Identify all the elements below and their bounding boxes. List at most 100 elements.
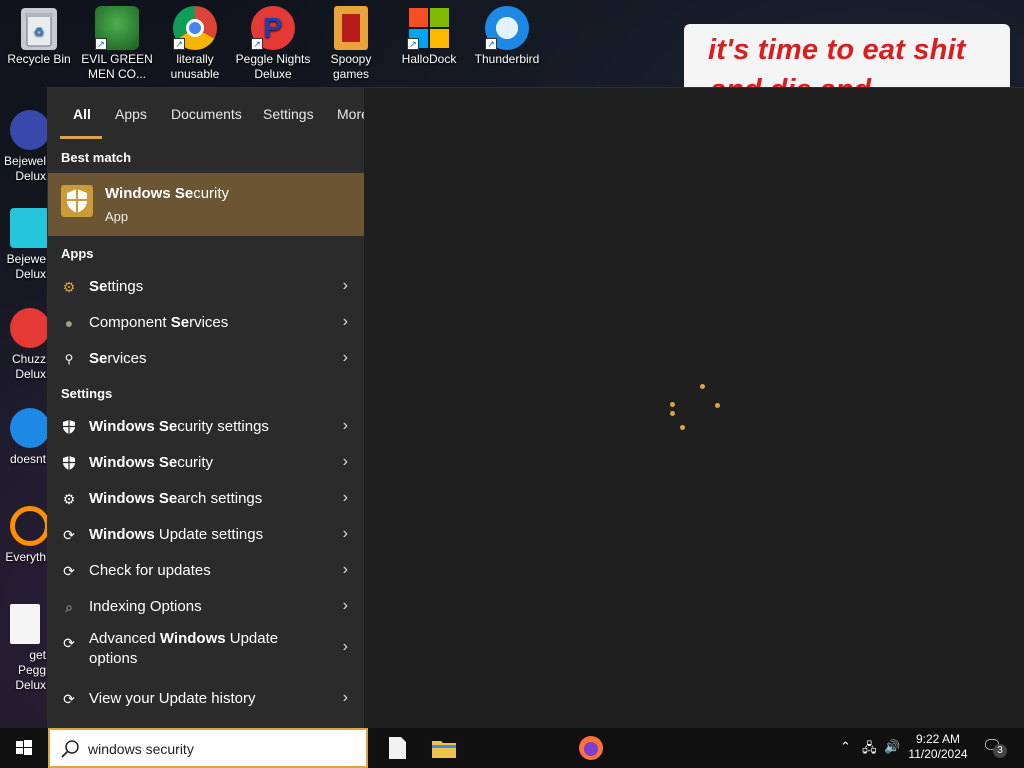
- chevron-right-icon[interactable]: ›: [343, 638, 348, 656]
- desktop-icon-everything[interactable]: Everyth: [0, 506, 50, 565]
- desktop-icon-label: Peggle Nights Deluxe: [235, 52, 311, 81]
- desktop-icon-label: Recycle Bin: [7, 52, 71, 66]
- desktop-icon-thunderbird[interactable]: ↗ Thunderbird: [469, 0, 545, 67]
- result-check-for-updates[interactable]: ⟳ Check for updates ›: [48, 553, 364, 589]
- desktop-icon-bejeweled-2[interactable]: Bejewe Delux: [0, 208, 50, 282]
- refresh-icon: ⟳: [63, 563, 75, 579]
- chrome-icon: ↗: [173, 6, 217, 50]
- chevron-right-icon[interactable]: ›: [343, 489, 348, 507]
- thunderbird-icon: ↗: [485, 6, 529, 50]
- start-button[interactable]: [0, 728, 48, 768]
- result-label: Services: [89, 350, 147, 367]
- desktop-icon-label: EVIL GREEN MEN CO...: [81, 52, 153, 81]
- shortcut-arrow-icon: ↗: [407, 38, 419, 50]
- spinner-dot: [670, 402, 675, 407]
- chevron-right-icon[interactable]: ›: [343, 277, 348, 295]
- desktop-icon-spoopy-games[interactable]: Spoopy games: [313, 0, 389, 82]
- chevron-right-icon[interactable]: ›: [343, 349, 348, 367]
- clock-time: 9:22 AM: [915, 732, 961, 746]
- notification-center-icon[interactable]: 🗨 3: [982, 736, 1007, 758]
- best-match-result[interactable]: Windows Security App: [48, 173, 364, 236]
- result-label: Component Services: [89, 314, 229, 331]
- search-panel: All Apps Documents Settings More Best ma…: [47, 87, 1024, 729]
- desktop-icon-literally-unusable[interactable]: ↗ literally unusable: [157, 0, 233, 82]
- search-input[interactable]: [88, 738, 358, 760]
- result-label: View your Update history: [89, 690, 256, 707]
- desktop-icon-evil-green-men[interactable]: ↗ EVIL GREEN MEN CO...: [79, 0, 155, 82]
- chevron-up-icon[interactable]: ⌃: [840, 739, 851, 755]
- desktop-icon-label: Bejewel Delux: [3, 154, 46, 183]
- best-match-title: Windows Security: [105, 185, 230, 202]
- desktop-icon-chuzzle[interactable]: Chuzz Delux: [0, 308, 50, 382]
- desktop-icon-hallodock[interactable]: ↗ HalloDock: [391, 0, 467, 67]
- banner-text: it's time to eat shit: [708, 34, 966, 66]
- thunderbird-icon: [10, 408, 50, 448]
- firefox-icon[interactable]: [577, 734, 605, 762]
- active-tab-indicator: [60, 136, 102, 139]
- result-advanced-windows-update-options[interactable]: ⟳ Advanced Windows Update options ›: [48, 625, 364, 671]
- file-explorer-icon[interactable]: [430, 734, 458, 762]
- chevron-right-icon[interactable]: ›: [343, 525, 348, 543]
- folder-icon: [334, 6, 368, 50]
- refresh-icon: ⟳: [63, 691, 75, 707]
- taskbar: ⌃ 🖧 🔊 9:22 AM 11/20/2024 🗨3: [0, 728, 1024, 768]
- result-services[interactable]: ⚲ Services ›: [48, 341, 364, 377]
- chevron-right-icon[interactable]: ›: [343, 689, 348, 707]
- windows-security-icon: [61, 185, 93, 217]
- chevron-right-icon[interactable]: ›: [343, 597, 348, 615]
- wallpaper-banner: it's time to eat shit and die and: [684, 24, 1010, 90]
- result-component-services[interactable]: ● Component Services ›: [48, 305, 364, 341]
- chevron-right-icon[interactable]: ›: [343, 313, 348, 331]
- file-icon[interactable]: [383, 734, 411, 762]
- clock[interactable]: 9:22 AM 11/20/2024: [908, 732, 968, 762]
- network-icon[interactable]: 🖧: [862, 739, 877, 761]
- shortcut-arrow-icon: ↗: [95, 38, 107, 50]
- result-windows-search-settings[interactable]: ⚙ Windows Search settings ›: [48, 481, 364, 517]
- result-label: Check for updates: [89, 562, 211, 579]
- result-indexing-options[interactable]: ⌕ Indexing Options ›: [48, 589, 364, 625]
- desktop-icon-recycle-bin[interactable]: ♻ Recycle Bin: [1, 0, 77, 67]
- settings-gear-icon: ⚙: [62, 279, 76, 295]
- result-label: Settings: [89, 278, 144, 295]
- gear-icon: ⚙: [62, 491, 76, 507]
- shortcut-arrow-icon: ↗: [485, 38, 497, 50]
- desktop-icon-get-peggle[interactable]: get Pegg Delux: [0, 604, 48, 693]
- taskbar-search-box[interactable]: [48, 728, 368, 768]
- tab-apps[interactable]: Apps: [115, 106, 147, 122]
- result-windows-security-settings[interactable]: Windows Security settings ›: [48, 409, 364, 445]
- apps-heading: Apps: [61, 246, 94, 261]
- tab-documents[interactable]: Documents: [171, 106, 242, 122]
- file-icon: [10, 604, 40, 644]
- chevron-right-icon[interactable]: ›: [343, 561, 348, 579]
- chuzzle-icon: [10, 308, 50, 348]
- result-view-update-history[interactable]: ⟳ View your Update history ›: [48, 681, 364, 717]
- result-settings-app[interactable]: ⚙ Settings ›: [48, 269, 364, 305]
- component-services-icon: ●: [64, 315, 74, 331]
- desktop-icon-bejeweled[interactable]: Bejewel Delux: [0, 110, 50, 184]
- desktop-icon-label: get Pegg Delux: [15, 648, 46, 692]
- tab-settings[interactable]: Settings: [263, 106, 314, 122]
- svg-text:♻: ♻: [34, 25, 45, 39]
- search-icon: [61, 740, 79, 758]
- notification-count: 3: [993, 744, 1007, 758]
- settings-heading: Settings: [61, 386, 113, 401]
- search-filter-tabs: All Apps Documents Settings More: [48, 88, 369, 140]
- windows-logo-icon: ↗: [407, 6, 451, 50]
- chevron-right-icon[interactable]: ›: [343, 417, 348, 435]
- result-label: Windows Security settings: [89, 418, 269, 435]
- desktop-icon-label: HalloDock: [401, 52, 457, 66]
- volume-icon[interactable]: 🔊: [884, 739, 900, 755]
- spinner-dot: [680, 425, 685, 430]
- refresh-icon: ⟳: [63, 635, 75, 651]
- spinner-dot: [715, 403, 720, 408]
- tab-all[interactable]: All: [73, 106, 91, 122]
- result-label: Windows Update settings: [89, 526, 264, 543]
- desktop-icon-doesnt[interactable]: doesnt: [0, 408, 50, 467]
- result-windows-security[interactable]: Windows Security ›: [48, 445, 364, 481]
- chevron-right-icon[interactable]: ›: [343, 453, 348, 471]
- result-windows-update-settings[interactable]: ⟳ Windows Update settings ›: [48, 517, 364, 553]
- desktop-icon-peggle-nights[interactable]: P ↗ Peggle Nights Deluxe: [235, 0, 311, 82]
- desktop-icon-label: Bejewe Delux: [6, 252, 46, 281]
- bejeweled-icon: [10, 110, 50, 150]
- peggle-icon: P ↗: [251, 6, 295, 50]
